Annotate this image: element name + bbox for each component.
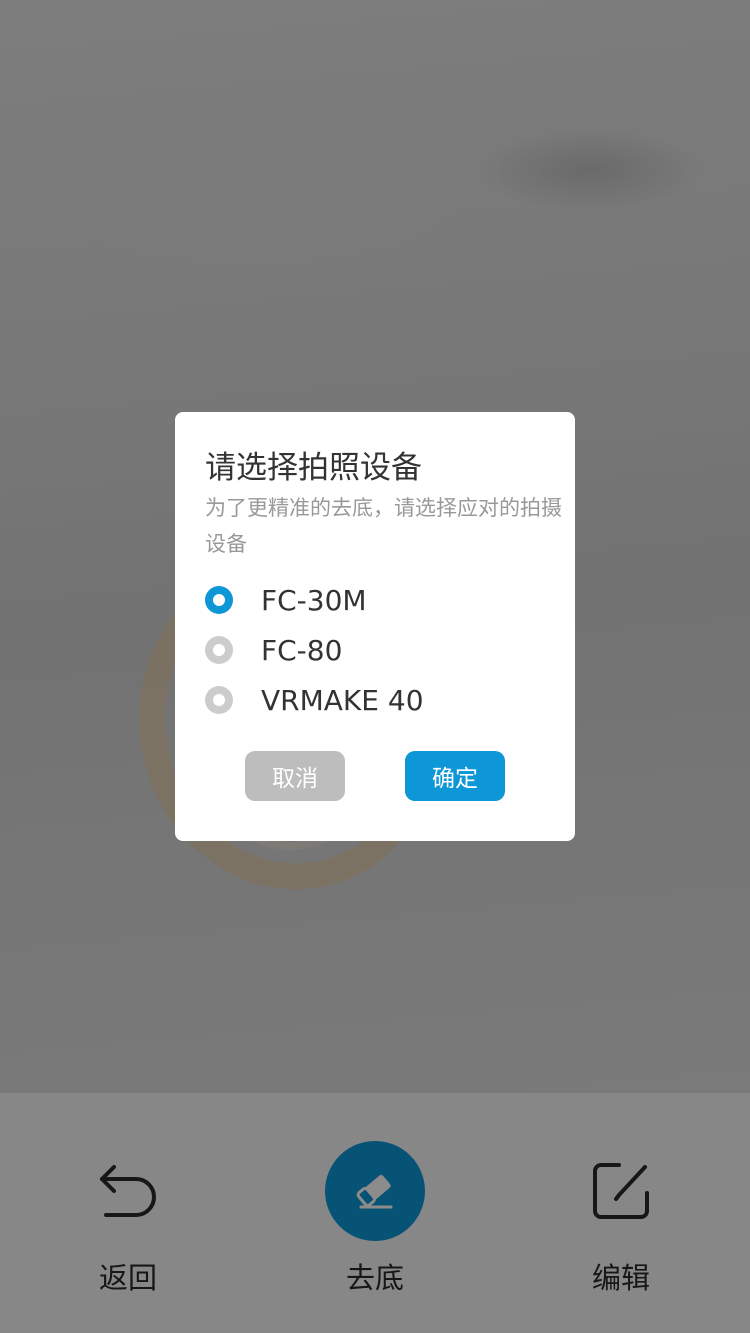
cancel-button[interactable]: 取消 xyxy=(245,751,345,801)
radio-selected-icon[interactable] xyxy=(205,586,233,614)
dialog-description: 为了更精准的去底，请选择应对的拍摄设备 xyxy=(205,496,562,556)
device-option-label: FC-80 xyxy=(261,633,343,667)
device-option-fc-30m[interactable]: FC-30M xyxy=(205,580,367,620)
device-select-dialog: 请选择拍照设备 为了更精准的去底，请选择应对的拍摄设备 FC-30M FC-80… xyxy=(175,412,575,841)
radio-unselected-icon[interactable] xyxy=(205,636,233,664)
device-option-fc-80[interactable]: FC-80 xyxy=(205,630,342,670)
device-option-label: FC-30M xyxy=(261,583,367,617)
radio-unselected-icon[interactable] xyxy=(205,686,233,714)
dialog-title: 请选择拍照设备 xyxy=(205,450,422,486)
confirm-button[interactable]: 确定 xyxy=(405,751,505,801)
device-option-label: VRMAKE 40 xyxy=(261,683,424,717)
device-option-vrmake-40[interactable]: VRMAKE 40 xyxy=(205,680,424,720)
